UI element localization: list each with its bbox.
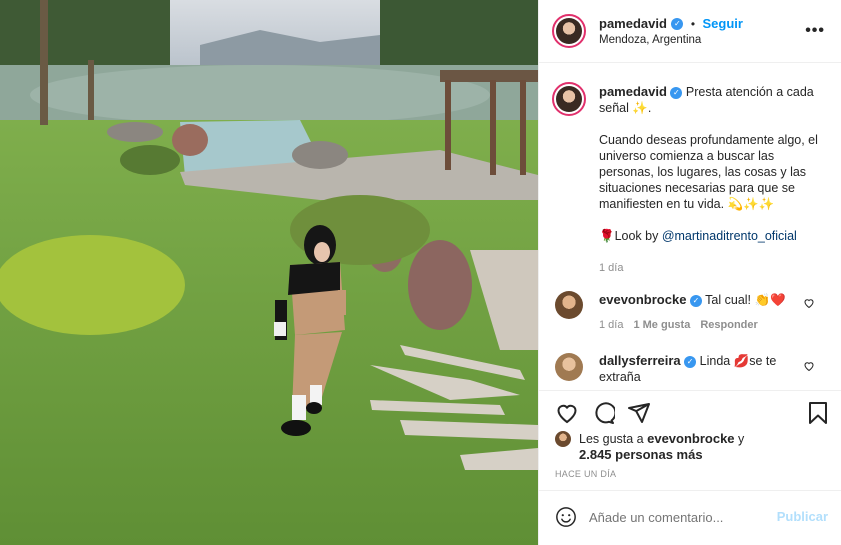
likes-prefix: Les gusta a bbox=[579, 432, 648, 446]
comment-meta: 1 día 1 Me gusta Responder bbox=[599, 319, 758, 331]
likes-count-link[interactable]: 2.845 personas más bbox=[579, 447, 703, 462]
like-comment-heart-icon[interactable] bbox=[803, 297, 815, 309]
verified-badge-icon: ✓ bbox=[684, 355, 697, 368]
garden-scene-image bbox=[0, 0, 538, 545]
follow-button[interactable]: Seguir bbox=[702, 16, 742, 31]
comment-bubble-icon[interactable] bbox=[591, 401, 615, 425]
instagram-post-modal: pamedavid ✓ • Seguir Mendoza, Argentina … bbox=[0, 0, 841, 545]
like-comment-heart-icon[interactable] bbox=[803, 360, 815, 372]
caption-username[interactable]: pamedavid bbox=[599, 84, 667, 99]
likes-summary: Les gusta a evevonbrocke y 2.845 persona… bbox=[579, 431, 829, 463]
verified-badge-icon: ✓ bbox=[670, 86, 683, 99]
separator-dot: • bbox=[690, 17, 696, 31]
caption-time[interactable]: 1 día bbox=[599, 260, 829, 276]
share-paper-plane-icon[interactable] bbox=[627, 401, 651, 425]
save-bookmark-icon[interactable] bbox=[807, 401, 829, 425]
likes-user-link[interactable]: evevonbrocke bbox=[647, 431, 734, 446]
comment-text: Tal cual! 👏❤️ bbox=[705, 293, 786, 307]
comment-username[interactable]: dallysferreira bbox=[599, 353, 681, 368]
emoji-smiley-icon[interactable] bbox=[555, 506, 577, 528]
post-side-panel: pamedavid ✓ • Seguir Mendoza, Argentina … bbox=[538, 0, 841, 545]
likes-suffix: y bbox=[734, 432, 745, 446]
liker-avatar[interactable] bbox=[555, 431, 571, 447]
publish-button[interactable]: Publicar bbox=[777, 509, 828, 524]
author-avatar[interactable] bbox=[552, 14, 586, 48]
caption-mention-link[interactable]: @martinaditrento_oficial bbox=[662, 229, 797, 243]
comments-section: pamedavid ✓ Presta atención a cada señal… bbox=[539, 64, 841, 389]
verified-badge-icon: ✓ bbox=[689, 294, 702, 307]
caption-look-prefix: 🌹Look by bbox=[599, 229, 662, 243]
post-timestamp[interactable]: HACE UN DÍA bbox=[555, 469, 616, 479]
reply-button[interactable]: Responder bbox=[700, 319, 757, 331]
comment-username[interactable]: evevonbrocke bbox=[599, 292, 686, 307]
caption-line2: Cuando deseas profundamente algo, el uni… bbox=[599, 133, 818, 211]
caption-avatar[interactable] bbox=[552, 82, 586, 116]
post-header: pamedavid ✓ • Seguir Mendoza, Argentina … bbox=[539, 0, 841, 63]
commenter-avatar[interactable] bbox=[555, 353, 583, 381]
verified-badge-icon: ✓ bbox=[671, 17, 684, 30]
like-heart-icon[interactable] bbox=[555, 401, 579, 425]
more-options-icon[interactable]: ••• bbox=[805, 22, 825, 40]
comment-item: dallysferreira ✓ Linda 💋se te extraña bbox=[539, 349, 841, 389]
comment-input[interactable] bbox=[589, 505, 769, 529]
caption-body: pamedavid ✓ Presta atención a cada señal… bbox=[599, 84, 829, 276]
author-username[interactable]: pamedavid bbox=[599, 16, 667, 31]
commenter-avatar[interactable] bbox=[555, 291, 583, 319]
comment-time[interactable]: 1 día bbox=[599, 319, 623, 331]
post-actions: Les gusta a evevonbrocke y 2.845 persona… bbox=[539, 390, 841, 490]
comment-item: evevonbrocke ✓ Tal cual! 👏❤️ 1 día 1 Me g… bbox=[539, 286, 841, 336]
post-photo[interactable] bbox=[0, 0, 538, 545]
post-location[interactable]: Mendoza, Argentina bbox=[599, 34, 701, 46]
add-comment-bar: Publicar bbox=[539, 490, 841, 545]
comment-likes[interactable]: 1 Me gusta bbox=[633, 319, 690, 331]
